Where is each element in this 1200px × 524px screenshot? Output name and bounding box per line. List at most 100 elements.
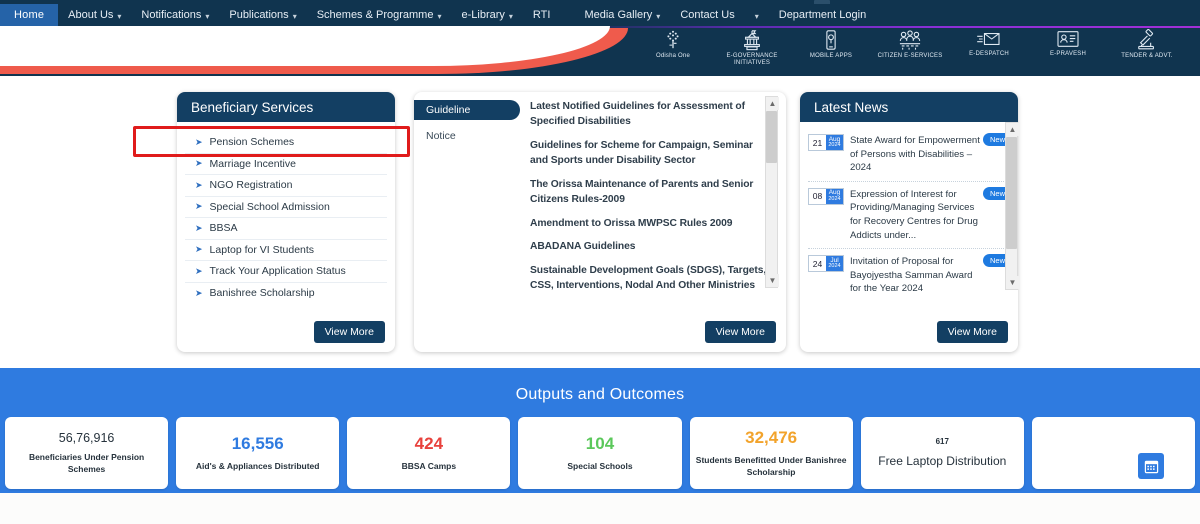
stat-value: 16,556 <box>231 433 284 453</box>
service-item-track-your-application-status[interactable]: ➤ Track Your Application Status <box>185 261 387 283</box>
beneficiary-services-card: Beneficiary Services ➤ Pension Schemes ➤… <box>177 92 395 352</box>
stat-card-bbsa-camps: 424 BBSA Camps <box>347 417 511 489</box>
beneficiary-services-title: Beneficiary Services <box>177 92 395 122</box>
news-item[interactable]: 21 Aug 2024 State Award for Empowerment … <box>808 128 1014 182</box>
news-item[interactable]: 08 Aug 2024 Expression of Interest for P… <box>808 182 1014 250</box>
stat-card-banishree-scholarship: 32,476 Students Benefitted Under Banishr… <box>689 417 853 489</box>
service-item-marriage-incentive[interactable]: ➤ Marriage Incentive <box>185 154 387 175</box>
main-navigation: Home About Us ▾ Notifications ▾ Publicat… <box>0 4 1200 26</box>
nav-label: Notifications <box>141 9 202 21</box>
quicklink-e-despatch[interactable]: E-DESPATCH <box>952 29 1026 58</box>
guideline-item[interactable]: ABADANA Guidelines <box>530 240 768 255</box>
service-label: BBSA <box>209 222 238 235</box>
outputs-and-outcomes-section: Outputs and Outcomes 56,76,916 Beneficia… <box>0 368 1200 493</box>
service-item-banishree-scholarship[interactable]: ➤ Banishree Scholarship <box>185 283 387 305</box>
nav-item-home[interactable]: Home <box>0 4 59 26</box>
nav-item-publications[interactable]: Publications ▾ <box>219 4 306 26</box>
bullet-icon: ➤ <box>195 222 203 233</box>
guideline-item[interactable]: Sustainable Development Goals (SDGS), Ta… <box>530 264 768 294</box>
odisha-one-icon <box>667 30 679 49</box>
nav-item-contact-us[interactable]: Contact Us <box>670 4 744 26</box>
news-item[interactable]: 24 Jul 2024 Invitation of Proposal for B… <box>808 249 1014 302</box>
guideline-item[interactable]: Amendment to Orissa MWPSC Rules 2009 <box>530 217 768 232</box>
chevron-down-icon: ▾ <box>754 11 759 21</box>
tab-notice[interactable]: Notice <box>414 126 526 146</box>
stat-label: Students Benefitted Under Banishree Scho… <box>695 455 847 477</box>
service-item-special-school-admission[interactable]: ➤ Special School Admission <box>185 197 387 218</box>
beneficiary-services-list: ➤ Pension Schemes ➤ Marriage Incentive ➤… <box>177 122 395 304</box>
stat-label: Special Schools <box>567 460 633 471</box>
news-year: 2024 <box>828 195 841 202</box>
news-date-badge: 08 Aug 2024 <box>808 187 844 205</box>
guideline-item[interactable]: Latest Notified Guidelines for Assessmen… <box>530 100 768 130</box>
guideline-item[interactable]: The Orissa Maintenance of Parents and Se… <box>530 178 768 208</box>
nav-label: RTI <box>532 9 551 21</box>
quicklink-e-governance-initiatives[interactable]: E-GOVERNANCE INITIATIVES <box>715 29 789 66</box>
news-day: 08 <box>809 188 826 204</box>
beneficiary-services-view-more-button[interactable]: View More <box>313 321 385 343</box>
latest-news-title: Latest News <box>800 92 1018 122</box>
nav-label: Schemes & Programme <box>316 9 434 21</box>
latest-news-list: 21 Aug 2024 State Award for Empowerment … <box>800 122 1018 346</box>
service-item-laptop-for-vi-students[interactable]: ➤ Laptop for VI Students <box>185 240 387 261</box>
stat-value: 56,76,916 <box>58 431 115 446</box>
chevron-down-icon: ▾ <box>205 11 210 21</box>
news-month-year: Aug 2024 <box>826 135 843 150</box>
news-day: 21 <box>809 135 826 150</box>
quicklink-e-pravesh[interactable]: E-PRAVESH <box>1031 29 1105 58</box>
service-item-bbsa[interactable]: ➤ BBSA <box>185 218 387 240</box>
stat-value: 32,476 <box>745 428 798 448</box>
scroll-down-icon[interactable]: ▼ <box>1006 276 1019 289</box>
scroll-down-icon[interactable]: ▼ <box>766 274 779 287</box>
nav-item-more-dropdown[interactable]: ▾ <box>745 4 769 26</box>
news-year: 2024 <box>828 142 841 148</box>
nav-item-media-gallery[interactable]: Media Gallery ▾ <box>574 4 670 26</box>
latest-news-card: Latest News 21 Aug 2024 State Award for … <box>800 92 1019 352</box>
guideline-card: Guideline Notice Latest Notified Guideli… <box>414 92 786 352</box>
stat-card-beneficiaries-pension: 56,76,916 Beneficiaries Under Pension Sc… <box>5 417 169 489</box>
e-despatch-icon <box>977 33 1000 45</box>
nav-item-e-library[interactable]: e-Library ▾ <box>451 4 522 26</box>
quicklink-tender-advt[interactable]: TENDER & ADVT. <box>1110 29 1184 60</box>
page-footer-strip <box>0 493 1200 524</box>
tab-guideline[interactable]: Guideline <box>414 100 520 120</box>
nav-home-label: Home <box>14 9 45 21</box>
quicklink-odisha-one[interactable]: Odisha One <box>636 29 710 60</box>
mobile-apps-icon <box>826 30 836 50</box>
service-item-ngo-registration[interactable]: ➤ NGO Registration <box>185 175 387 197</box>
bullet-icon: ➤ <box>195 201 203 212</box>
service-item-pension-schemes[interactable]: ➤ Pension Schemes <box>185 132 387 154</box>
stat-label: BBSA Camps <box>401 460 457 471</box>
tender-advt-icon <box>1138 29 1154 50</box>
service-label: Special School Admission <box>209 200 330 213</box>
latest-news-scrollbar[interactable]: ▲ ▼ <box>1005 122 1019 290</box>
nav-label: About Us <box>68 9 114 21</box>
scrollbar-thumb[interactable] <box>766 111 777 163</box>
nav-item-notifications[interactable]: Notifications ▾ <box>131 4 219 26</box>
page-root: Home About Us ▾ Notifications ▾ Publicat… <box>0 0 1200 524</box>
bullet-icon: ➤ <box>195 179 203 190</box>
scroll-up-icon[interactable]: ▲ <box>766 97 779 110</box>
scroll-up-icon[interactable]: ▲ <box>1006 123 1019 136</box>
nav-item-rti[interactable]: RTI <box>523 4 561 26</box>
scrollbar-thumb[interactable] <box>1006 137 1017 249</box>
nav-item-about-us[interactable]: About Us ▾ <box>58 4 131 26</box>
calendar-icon <box>1144 460 1158 473</box>
stat-card-free-laptop-distribution: 617 Free Laptop Distribution <box>860 417 1024 489</box>
stat-label: Free Laptop Distribution <box>878 453 1007 468</box>
stat-value: 424 <box>414 433 444 453</box>
nav-item-schemes-programme[interactable]: Schemes & Programme ▾ <box>307 4 452 26</box>
quicklink-mobile-apps[interactable]: MOBILE APPS <box>794 29 868 60</box>
stat-value: 104 <box>585 433 615 453</box>
guideline-scrollbar[interactable]: ▲ ▼ <box>765 96 779 288</box>
guideline-item[interactable]: Guidelines for Scheme for Campaign, Semi… <box>530 139 768 169</box>
latest-news-view-more-button[interactable]: View More <box>936 321 1008 343</box>
chevron-down-icon: ▾ <box>117 11 122 21</box>
e-pravesh-icon <box>1057 31 1079 47</box>
hero-white-swoosh <box>0 26 610 66</box>
nav-item-department-login[interactable]: Department Login <box>769 4 876 26</box>
guideline-view-more-button[interactable]: View More <box>704 321 776 343</box>
quicklink-citizen-e-services[interactable]: CITIZEN E-SERVICES <box>873 29 947 60</box>
service-label: Track Your Application Status <box>209 265 346 278</box>
calendar-floating-button[interactable] <box>1138 453 1164 479</box>
